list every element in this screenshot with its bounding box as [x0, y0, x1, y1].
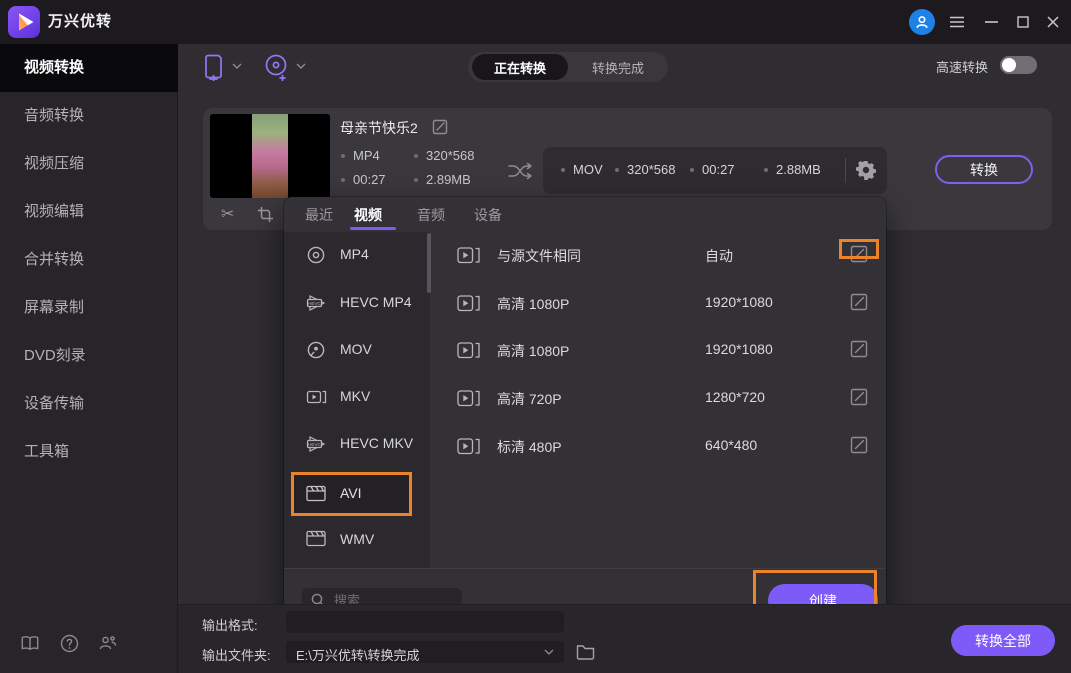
panel-tab-video[interactable]: 视频: [354, 205, 382, 225]
hevc-badge-icon: HEVC: [306, 434, 326, 454]
close-button[interactable]: [1042, 11, 1064, 33]
maximize-button[interactable]: [1012, 11, 1034, 33]
format-dropdown-panel: 最近 视频 音频 设备 MP4 HEVC HEVC MP4 MOV: [284, 197, 886, 630]
video-play-icon: [457, 437, 481, 456]
high-speed-toggle[interactable]: [1000, 56, 1037, 74]
output-format-field[interactable]: [286, 611, 564, 633]
target-format: MOV: [561, 162, 603, 177]
sidebar-item-video-compress[interactable]: 视频压缩: [0, 140, 178, 188]
status-tabs: 正在转换 转换完成: [468, 52, 668, 82]
add-file-chevron-icon[interactable]: [232, 63, 242, 69]
sidebar: 视频转换 音频转换 视频压缩 视频编辑 合并转换 屏幕录制 DVD刻录 设备传输…: [0, 44, 178, 673]
high-speed-label: 高速转换: [936, 57, 988, 76]
menu-icon[interactable]: [946, 11, 968, 33]
open-folder-icon[interactable]: [576, 643, 595, 660]
video-play-icon: [457, 341, 481, 360]
app-window: 万兴优转 视频转换 音频转换 视频压缩 视频编辑 合并转换 屏幕录制 DVD刻录…: [0, 0, 1071, 673]
target-size: 2.88MB: [764, 162, 821, 177]
edit-preset-icon[interactable]: [850, 293, 869, 312]
sidebar-item-merge-convert[interactable]: 合并转换: [0, 236, 178, 284]
preset-row-same-as-source[interactable]: 与源文件相同 自动: [430, 232, 886, 279]
target-resolution: 320*568: [615, 162, 675, 177]
format-row-avi[interactable]: AVI: [340, 485, 362, 501]
app-logo-icon: [8, 6, 40, 38]
disc-dot-icon: [306, 340, 326, 360]
panel-tab-recent[interactable]: 最近: [305, 205, 333, 225]
highlight-box-avi: AVI: [291, 472, 412, 516]
clapperboard-icon: [306, 530, 326, 550]
hevc-badge-icon: HEVC: [306, 293, 326, 313]
sidebar-item-audio-convert[interactable]: 音频转换: [0, 92, 178, 140]
help-icon[interactable]: [58, 632, 80, 654]
sidebar-item-screen-record[interactable]: 屏幕录制: [0, 284, 178, 332]
panel-tab-audio[interactable]: 音频: [417, 205, 445, 225]
format-row-hevc-mp4[interactable]: HEVC HEVC MP4: [284, 280, 430, 327]
divider: [845, 158, 846, 183]
file-name: 母亲节快乐2: [340, 118, 418, 138]
app-title: 万兴优转: [48, 0, 112, 44]
chevron-down-icon: [544, 649, 554, 655]
divider: [284, 568, 886, 569]
output-folder-path: E:\万兴优转\转换完成: [296, 645, 420, 664]
convert-button[interactable]: 转换: [935, 155, 1033, 184]
trim-scissors-icon[interactable]: ✂: [221, 204, 234, 224]
edit-preset-icon[interactable]: [850, 388, 869, 407]
format-row-mkv[interactable]: MKV: [284, 374, 430, 421]
tab-finished[interactable]: 转换完成: [568, 58, 668, 77]
community-icon[interactable]: [96, 632, 118, 654]
titlebar: 万兴优转: [0, 0, 1071, 44]
output-folder-label: 输出文件夹:: [202, 645, 271, 664]
video-play-icon: [457, 246, 481, 265]
edit-preset-icon[interactable]: [850, 340, 869, 359]
sidebar-item-device-transfer[interactable]: 设备传输: [0, 380, 178, 428]
highlight-box-edit: [839, 239, 879, 259]
add-dvd-chevron-icon[interactable]: [296, 63, 306, 69]
disc-icon: [306, 245, 326, 265]
rename-icon[interactable]: [432, 119, 448, 135]
add-file-button[interactable]: [204, 54, 227, 81]
panel-tab-device[interactable]: 设备: [474, 205, 502, 225]
user-avatar[interactable]: [909, 9, 935, 35]
video-play-icon: [457, 294, 481, 313]
shuffle-icon: [508, 162, 534, 180]
add-dvd-button[interactable]: [264, 54, 291, 81]
source-duration: 00:27: [341, 172, 386, 187]
source-resolution: 320*568: [414, 148, 474, 163]
source-format: MP4: [341, 148, 380, 163]
guide-book-icon[interactable]: [19, 632, 41, 654]
video-thumbnail: [210, 114, 330, 198]
convert-all-button[interactable]: 转换全部: [951, 625, 1055, 656]
format-row-mov[interactable]: MOV: [284, 327, 430, 374]
crop-icon[interactable]: [258, 207, 273, 222]
clapperboard-icon: [306, 485, 326, 505]
edit-preset-icon[interactable]: [850, 436, 869, 455]
format-row-hevc-mkv[interactable]: HEVC HEVC MKV: [284, 421, 430, 468]
output-format-label: 输出格式:: [202, 615, 258, 634]
active-tab-underline: [350, 227, 396, 230]
preset-row-hd720[interactable]: 高清 720P 1280*720: [430, 375, 886, 422]
preset-row-hd1080-1[interactable]: 高清 1080P 1920*1080: [430, 280, 886, 327]
svg-text:HEVC: HEVC: [308, 442, 321, 447]
sidebar-item-toolbox[interactable]: 工具箱: [0, 428, 178, 476]
svg-text:HEVC: HEVC: [308, 301, 321, 306]
output-info-bar: MOV 320*568 00:27 2.88MB: [543, 147, 887, 194]
format-row-mp4[interactable]: MP4: [284, 232, 430, 279]
toggle-knob: [1002, 58, 1016, 72]
source-size: 2.89MB: [414, 172, 471, 187]
sidebar-item-video-convert[interactable]: 视频转换: [0, 44, 178, 92]
tab-converting[interactable]: 正在转换: [472, 54, 568, 80]
settings-gear-icon[interactable]: [856, 160, 876, 180]
minimize-button[interactable]: [980, 11, 1002, 33]
sidebar-item-video-edit[interactable]: 视频编辑: [0, 188, 178, 236]
target-duration: 00:27: [690, 162, 735, 177]
sidebar-item-dvd-burn[interactable]: DVD刻录: [0, 332, 178, 380]
thumbnail-image: [252, 114, 288, 198]
output-folder-select[interactable]: E:\万兴优转\转换完成: [286, 641, 564, 663]
video-camera-icon: [306, 387, 326, 407]
preset-row-hd1080-2[interactable]: 高清 1080P 1920*1080: [430, 327, 886, 374]
video-play-icon: [457, 389, 481, 408]
format-row-wmv[interactable]: WMV: [284, 517, 430, 564]
preset-row-sd480[interactable]: 标清 480P 640*480: [430, 423, 886, 470]
